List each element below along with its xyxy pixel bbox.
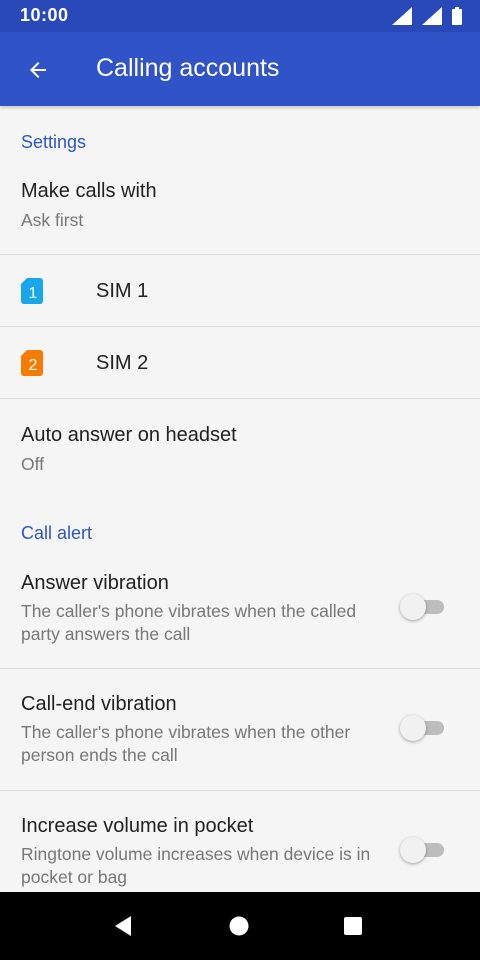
app-bar: Calling accounts [0, 32, 480, 106]
arrow-back-icon [30, 62, 46, 78]
call-end-vibration-title: Call-end vibration [21, 693, 177, 715]
settings-list[interactable]: Settings Make calls with Ask first 1 SIM… [0, 106, 480, 892]
section-header-settings: Settings [21, 132, 87, 152]
nav-back-button[interactable] [108, 910, 140, 942]
sim-1-label: SIM 1 [96, 280, 149, 302]
answer-vibration-title: Answer vibration [21, 572, 169, 594]
call-end-vibration-summary: The caller's phone vibrates when the oth… [21, 722, 351, 765]
circle-home-icon [229, 916, 249, 936]
page-title: Calling accounts [96, 54, 280, 82]
make-calls-with-value: Ask first [21, 210, 84, 230]
triangle-back-icon [115, 916, 131, 936]
square-recents-icon [344, 917, 362, 935]
switch-thumb [400, 715, 426, 741]
nav-home-button[interactable] [223, 910, 255, 942]
status-bar: 10:00 [0, 0, 480, 32]
answer-vibration-switch[interactable] [400, 593, 446, 621]
call-end-vibration-switch[interactable] [400, 714, 446, 742]
calling-accounts-screen: 10:00 Calling accounts Settings Make cal… [0, 0, 480, 960]
make-calls-with-item[interactable]: Make calls with Ask first [0, 166, 480, 254]
increase-volume-title: Increase volume in pocket [21, 815, 254, 837]
status-icons [392, 7, 462, 25]
back-button[interactable] [18, 50, 58, 90]
increase-volume-switch[interactable] [400, 836, 446, 864]
sim-card-icon: 1 [21, 278, 43, 304]
answer-vibration-summary: The caller's phone vibrates when the cal… [21, 601, 357, 644]
auto-answer-value: Off [21, 454, 45, 474]
switch-thumb [400, 837, 426, 863]
navigation-bar [0, 892, 480, 960]
signal-icon [392, 7, 412, 25]
sim-badge-number: 2 [29, 357, 38, 374]
sim-1-item[interactable]: 1 SIM 1 [0, 255, 480, 326]
auto-answer-title: Auto answer on headset [21, 424, 237, 446]
battery-icon [452, 7, 462, 25]
increase-volume-item[interactable]: Increase volume in pocket Ringtone volum… [0, 791, 480, 892]
answer-vibration-item[interactable]: Answer vibration The caller's phone vibr… [0, 558, 480, 668]
section-header-call-alert: Call alert [21, 523, 93, 543]
make-calls-with-title: Make calls with [21, 180, 157, 202]
sim-badge-number: 1 [29, 285, 38, 302]
sim-2-label: SIM 2 [96, 352, 149, 374]
call-end-vibration-item[interactable]: Call-end vibration The caller's phone vi… [0, 669, 480, 790]
sim-card-icon: 2 [21, 350, 43, 376]
status-time: 10:00 [20, 5, 69, 25]
sim-2-item[interactable]: 2 SIM 2 [0, 327, 480, 398]
auto-answer-item[interactable]: Auto answer on headset Off [0, 399, 480, 489]
nav-recents-button[interactable] [337, 910, 369, 942]
signal-icon [422, 7, 442, 25]
increase-volume-summary: Ringtone volume increases when device is… [21, 844, 371, 887]
switch-thumb [400, 594, 426, 620]
